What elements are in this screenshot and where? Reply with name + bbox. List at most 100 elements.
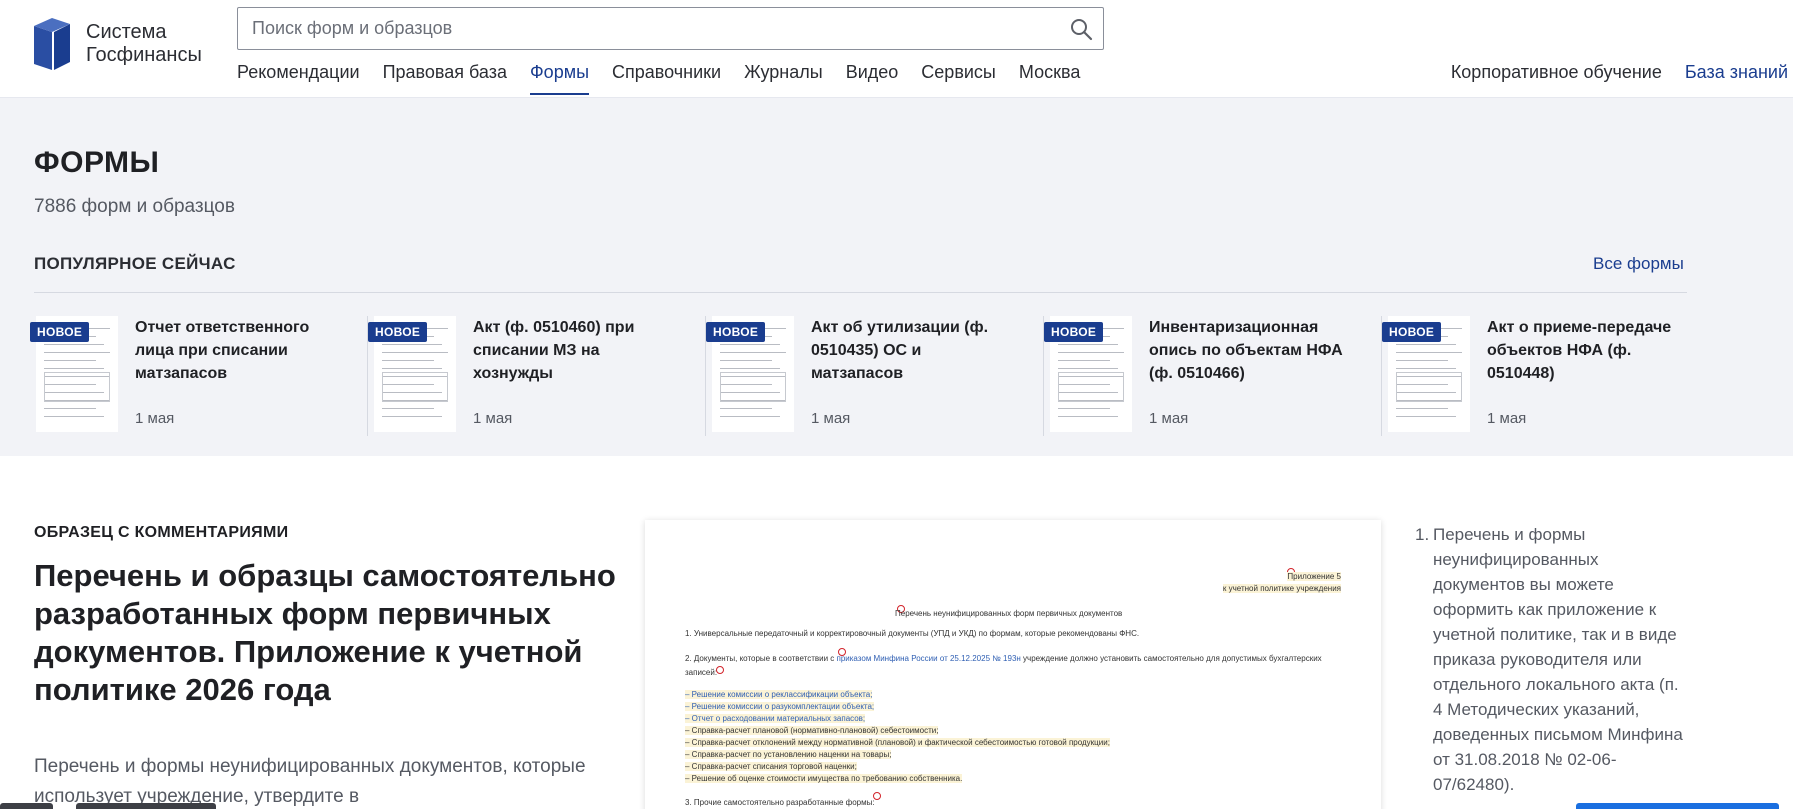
doc-appendix-line-2: к учетной политике учреждения <box>1222 584 1341 593</box>
thumbnail-table <box>44 372 110 402</box>
nav-legal-base[interactable]: Правовая база <box>383 62 507 95</box>
nav-recommendations[interactable]: Рекомендации <box>237 62 360 95</box>
thumbnail-line <box>44 360 96 361</box>
site-header: Система Госфинансы Рекомендации Правовая… <box>0 0 1793 98</box>
form-card-title[interactable]: Акт (ф. 0510460) при списании МЗ на хозн… <box>473 316 673 385</box>
sample-section-label: ОБРАЗЕЦ С КОММЕНТАРИЯМИ <box>34 524 289 541</box>
divider <box>34 292 1687 293</box>
form-card-title[interactable]: Акт о приеме-передаче объектов НФА (ф. 0… <box>1487 316 1687 385</box>
thumbnail-table <box>1396 372 1462 402</box>
doc-paragraph-1: 1. Универсальные передаточный и корректи… <box>685 629 1140 638</box>
thumbnail-line <box>720 408 772 409</box>
thumbnail-line <box>44 352 110 353</box>
form-card[interactable]: НОВОЕ Акт (ф. 0510460) при списании МЗ н… <box>368 316 706 436</box>
thumbnail-line <box>1058 352 1124 353</box>
thumbnail-line <box>1058 368 1118 369</box>
form-card[interactable]: НОВОЕ Акт о приеме-передаче объектов НФА… <box>1382 316 1720 436</box>
doc-list-item: – Решение комиссии о реклассификации объ… <box>685 690 873 699</box>
new-badge: НОВОЕ <box>1382 322 1442 342</box>
thumbnail-line <box>382 344 442 345</box>
doc-heading: Перечень неунифицированных форм первичны… <box>895 609 1123 618</box>
nav-reference[interactable]: Справочники <box>612 62 721 95</box>
page-title: ФОРМЫ <box>34 146 160 179</box>
comment-list: 1. Перечень и формы неунифицированных до… <box>1415 522 1685 797</box>
thumbnail-line <box>382 416 442 417</box>
thumbnail-line <box>382 360 434 361</box>
thumbnail-line <box>720 416 780 417</box>
doc-paragraph-2: 2. Документы, которые в соответствии с п… <box>685 654 1322 663</box>
thumbnail-line <box>1058 344 1118 345</box>
nav-journals[interactable]: Журналы <box>744 62 823 95</box>
doc-appendix-line-1: Приложение 5 <box>1287 572 1341 581</box>
comment-pin-icon[interactable] <box>873 792 881 800</box>
thumbnail-line <box>720 344 780 345</box>
form-card-date: 1 мая <box>811 410 851 427</box>
search-box <box>237 7 1104 50</box>
thumbnail-line <box>1396 416 1456 417</box>
logo-line-1: Система <box>86 21 167 43</box>
thumbnail-line <box>382 408 434 409</box>
new-badge: НОВОЕ <box>1044 322 1104 342</box>
nav-services[interactable]: Сервисы <box>921 62 996 95</box>
thumbnail-line <box>44 408 96 409</box>
thumbnail-line <box>44 416 104 417</box>
new-badge: НОВОЕ <box>30 322 90 342</box>
thumbnail-line <box>1058 408 1110 409</box>
thumbnail-table <box>382 372 448 402</box>
logo-text: Система Госфинансы <box>86 21 202 67</box>
form-card[interactable]: НОВОЕ Акт об утилизации (ф. 0510435) ОС … <box>706 316 1044 436</box>
form-card-title[interactable]: Инвентаризационная опись по объектам НФА… <box>1149 316 1349 385</box>
form-card-date: 1 мая <box>473 410 513 427</box>
nav-moscow[interactable]: Москва <box>1019 62 1080 95</box>
comment-number: 1. <box>1415 525 1430 544</box>
doc-order-link[interactable]: приказом Минфина России от 25.12.2025 № … <box>837 654 1021 663</box>
sample-title[interactable]: Перечень и образцы самостоятельно разраб… <box>34 557 624 709</box>
bottom-widget-left[interactable] <box>0 803 53 809</box>
form-card-title[interactable]: Отчет ответственного лица при списании м… <box>135 316 335 385</box>
bottom-widget-left-2[interactable] <box>76 803 216 809</box>
thumbnail-line <box>720 368 780 369</box>
thumbnail-line <box>1396 408 1448 409</box>
thumbnail-table <box>720 372 786 402</box>
document-preview[interactable]: Приложение 5 к учетной политике учрежден… <box>645 520 1381 809</box>
form-card-title[interactable]: Акт об утилизации (ф. 0510435) ОС и матз… <box>811 316 1011 385</box>
thumbnail-line <box>382 352 448 353</box>
doc-list-item: – Справка-расчет по установлению наценки… <box>685 750 892 759</box>
search-input[interactable] <box>238 8 1018 49</box>
form-card[interactable]: НОВОЕ Отчет ответственного лица при спис… <box>30 316 368 436</box>
doc-list-item: – Решение комиссии о разукомплектации об… <box>685 702 875 711</box>
form-card[interactable]: НОВОЕ Инвентаризационная опись по объект… <box>1044 316 1382 436</box>
doc-list-item: – Справка-расчет списания торговой нацен… <box>685 762 857 771</box>
nav-video[interactable]: Видео <box>846 62 899 95</box>
logo[interactable]: Система Госфинансы <box>34 18 202 70</box>
form-card-date: 1 мая <box>1149 410 1189 427</box>
nav-right: Корпоративное обучение База знаний <box>1451 62 1788 83</box>
doc-paragraph-2-end: записей: <box>685 668 718 677</box>
comment-pin-icon[interactable] <box>716 666 724 674</box>
comment-text: Перечень и формы неунифицированных докум… <box>1433 525 1683 794</box>
all-forms-link[interactable]: Все формы <box>1593 254 1684 274</box>
logo-line-2: Госфинансы <box>86 44 202 66</box>
thumbnail-line <box>1396 344 1456 345</box>
thumbnail-line <box>720 360 772 361</box>
corporate-learning-link[interactable]: Корпоративное обучение <box>1451 62 1662 83</box>
doc-p2-text: 2. Документы, которые в соответствии с <box>685 654 837 663</box>
thumbnail-line <box>1396 368 1456 369</box>
nav-forms[interactable]: Формы <box>530 62 590 95</box>
knowledge-base-link[interactable]: База знаний <box>1685 62 1788 83</box>
thumbnail-line <box>1058 416 1118 417</box>
forms-section: ФОРМЫ 7886 форм и образцов ПОПУЛЯРНОЕ СЕ… <box>0 98 1793 456</box>
thumbnail-line <box>1058 360 1110 361</box>
form-card-date: 1 мая <box>1487 410 1527 427</box>
popular-now-label: ПОПУЛЯРНОЕ СЕЙЧАС <box>34 254 236 273</box>
doc-paragraph-3: 3. Прочие самостоятельно разработанные ф… <box>685 798 875 807</box>
thumbnail-line <box>720 352 786 353</box>
doc-list-item: – Справка-расчет плановой (нормативно-пл… <box>685 726 939 735</box>
popular-cards: НОВОЕ Отчет ответственного лица при спис… <box>30 316 1720 436</box>
thumbnail-line <box>44 344 104 345</box>
bottom-widget-right[interactable] <box>1576 803 1779 809</box>
doc-list-item: – Решение об оценке стоимости имущества … <box>685 774 963 783</box>
new-badge: НОВОЕ <box>706 322 766 342</box>
search-icon[interactable] <box>1069 17 1093 41</box>
doc-p2-text-cont: учреждение должно установить самостоятел… <box>1020 654 1322 663</box>
